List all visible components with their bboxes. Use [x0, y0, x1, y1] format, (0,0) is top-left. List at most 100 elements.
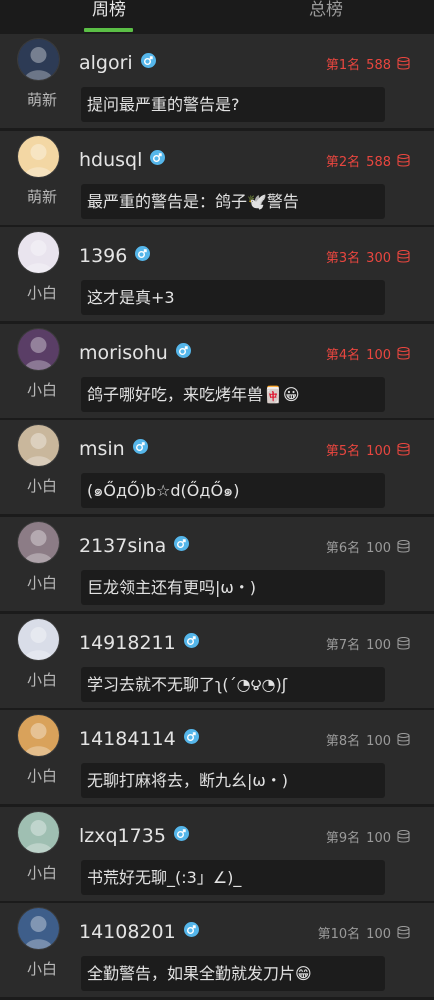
username-text: 14108201 [79, 921, 176, 944]
rank-info: 第8名 100 [326, 730, 410, 749]
list-item[interactable]: 小白 1396 第3名 300 这才是真+3 [0, 227, 434, 322]
list-item[interactable]: 小白 2137sina 第6名 100 巨龙领主还有更吗|ω・) [0, 516, 434, 611]
rank-info: 第10名 100 [318, 923, 410, 942]
username[interactable]: 14108201 [79, 921, 199, 943]
database-icon [397, 829, 410, 843]
ranking-tabs: 周榜 总榜 [0, 0, 434, 33]
rank-position: 第4名 [325, 347, 361, 363]
avatar[interactable] [18, 232, 59, 274]
message-bubble: 全勤警告，如果全勤就发刀片😁 [81, 956, 385, 992]
rank-position: 第6名 [325, 540, 361, 556]
user-level-label: 小白 [26, 767, 57, 786]
list-item[interactable]: 小白 14108201 第10名 100 全勤警告，如果全勤就发刀片😁 [0, 903, 434, 998]
username[interactable]: morisohu [79, 342, 191, 364]
user-level-label: 小白 [26, 284, 57, 303]
male-gender-icon [135, 246, 151, 262]
user-level-label: 小白 [26, 863, 57, 882]
database-icon [397, 250, 410, 263]
rank-info: 第7名 100 [326, 634, 410, 653]
list-item[interactable]: 小白 msin 第5名 100 (๑ŐдŐ)b☆d(ŐдŐ๑) [0, 420, 434, 515]
rank-points: 588 [366, 154, 391, 170]
user-level-label: 小白 [26, 573, 57, 592]
rank-points: 100 [366, 637, 391, 653]
message-bubble: 提问最严重的警告是? [81, 87, 385, 122]
avatar[interactable] [18, 425, 59, 467]
rank-position: 第3名 [325, 251, 361, 267]
rank-info: 第1名 588 [326, 54, 410, 73]
avatar[interactable] [18, 811, 59, 853]
username[interactable]: 14918211 [79, 632, 199, 654]
rank-points: 300 [366, 251, 391, 267]
username-text: hdusql [79, 148, 143, 171]
rank-info: 第6名 100 [326, 537, 410, 556]
message-bubble: 巨龙领主还有更吗|ω・) [81, 569, 385, 605]
rank-info: 第3名 300 [326, 247, 410, 266]
username[interactable]: 2137sina [79, 534, 190, 557]
message-bubble: 最严重的警告是：鸽子🕊️警告 [81, 183, 385, 219]
username-text: msin [79, 438, 125, 461]
male-gender-icon [183, 729, 199, 745]
rank-position: 第10名 [317, 927, 361, 943]
active-tab-indicator [84, 28, 133, 32]
database-icon [397, 926, 410, 939]
database-icon [397, 636, 410, 650]
rank-position: 第1名 [325, 58, 361, 73]
male-gender-icon [173, 825, 189, 841]
avatar[interactable] [18, 618, 59, 660]
username-text: morisohu [79, 341, 168, 364]
tab-total[interactable]: 总榜 [266, 0, 386, 33]
message-bubble: 鸽子哪好吃，来吃烤年兽🀄😀 [81, 376, 385, 412]
rank-position: 第2名 [325, 154, 361, 170]
list-item[interactable]: 小白 morisohu 第4名 100 鸽子哪好吃，来吃烤年兽🀄😀 [0, 323, 434, 418]
avatar[interactable] [18, 39, 59, 80]
list-item[interactable]: 萌新 hdusql 第2名 588 最严重的警告是：鸽子🕊️警告 [0, 130, 434, 225]
username[interactable]: 1396 [79, 245, 151, 267]
rank-points: 100 [366, 830, 391, 846]
male-gender-icon [140, 53, 156, 68]
user-level-label: 小白 [26, 670, 57, 689]
male-gender-icon [183, 922, 199, 938]
rank-points: 588 [366, 58, 391, 73]
rank-info: 第5名 100 [326, 440, 410, 459]
rank-info: 第2名 588 [326, 151, 410, 170]
male-gender-icon [183, 632, 199, 648]
database-icon [397, 733, 410, 746]
avatar[interactable] [18, 135, 59, 177]
database-icon [397, 153, 410, 167]
rank-points: 100 [366, 927, 391, 943]
male-gender-icon [132, 439, 148, 455]
message-bubble: (๑ŐдŐ)b☆d(ŐдŐ๑) [81, 473, 385, 509]
male-gender-icon [175, 342, 191, 358]
username[interactable]: hdusql [79, 148, 166, 171]
avatar[interactable] [18, 521, 59, 563]
ranking-list: 萌新 algori 第1名 588 提问最严重的警告是? 萌新 hdusql 第2… [0, 34, 434, 1000]
message-bubble: 学习去就不无聊了ʅ(´◔౪◔)ʃ [81, 666, 385, 702]
user-level-label: 小白 [26, 960, 57, 979]
rank-position: 第7名 [325, 637, 361, 653]
username[interactable]: 14184114 [79, 728, 199, 750]
avatar[interactable] [18, 715, 59, 757]
username-text: 14184114 [79, 728, 176, 751]
list-item[interactable]: 小白 lzxq1735 第9名 100 书荒好无聊_(:3」∠)_ [0, 806, 434, 901]
rank-points: 100 [366, 444, 391, 460]
list-item[interactable]: 萌新 algori 第1名 588 提问最严重的警告是? [0, 34, 434, 128]
rank-position: 第8名 [325, 734, 361, 750]
username[interactable]: msin [79, 438, 148, 460]
rank-points: 100 [366, 734, 391, 750]
avatar[interactable] [18, 328, 59, 370]
username-text: 2137sina [79, 534, 167, 557]
list-item[interactable]: 小白 14184114 第8名 100 无聊打麻将去，断九幺|ω・) [0, 710, 434, 805]
username[interactable]: lzxq1735 [79, 825, 189, 847]
rank-position: 第9名 [325, 830, 361, 846]
avatar[interactable] [18, 908, 59, 950]
username[interactable]: algori [79, 52, 156, 74]
list-item[interactable]: 小白 14918211 第7名 100 学习去就不无聊了ʅ(´◔౪◔)ʃ [0, 613, 434, 708]
user-level-label: 小白 [26, 477, 57, 496]
user-level-label: 萌新 [26, 91, 57, 109]
rank-points: 100 [366, 540, 391, 556]
male-gender-icon [174, 535, 190, 551]
username-text: lzxq1735 [79, 824, 166, 847]
rank-info: 第9名 100 [326, 827, 410, 846]
message-bubble: 书荒好无聊_(:3」∠)_ [81, 859, 385, 895]
username-text: 14918211 [79, 631, 176, 654]
